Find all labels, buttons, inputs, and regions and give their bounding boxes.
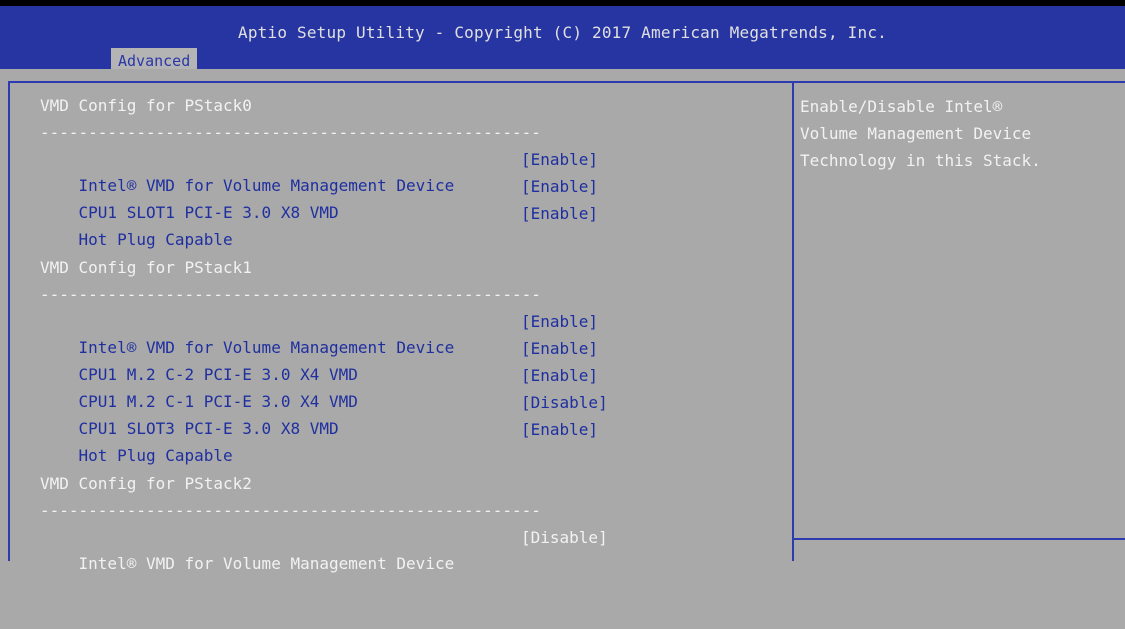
- setting-value[interactable]: [Enable]: [521, 417, 598, 443]
- setting-row-slot3-vmd[interactable]: CPU1 SLOT3 PCI-E 3.0 X8 VMD [Disable]: [40, 390, 780, 438]
- setting-label: Hot Plug Capable: [78, 230, 233, 249]
- setting-row-m2-c1-vmd[interactable]: CPU1 M.2 C-1 PCI-E 3.0 X4 VMD [Enable]: [40, 363, 780, 411]
- section-header-pstack0: VMD Config for PStack0: [40, 96, 252, 115]
- section-separator: ----------------------------------------…: [40, 285, 541, 304]
- panel-divider: [792, 83, 794, 561]
- setting-row-vmd-pstack1[interactable]: Intel® VMD for Volume Management Device …: [40, 309, 780, 357]
- help-divider: [794, 538, 1125, 540]
- settings-panel: VMD Config for PStack0 -----------------…: [40, 93, 780, 573]
- setting-value[interactable]: [Disable]: [521, 525, 608, 551]
- setting-row-hotplug-pstack0[interactable]: Hot Plug Capable [Enable]: [40, 201, 780, 249]
- setting-value[interactable]: [Enable]: [521, 363, 598, 389]
- setting-value[interactable]: [Enable]: [521, 201, 598, 227]
- setting-row-vmd-pstack0[interactable]: Intel® VMD for Volume Management Device …: [40, 147, 780, 195]
- setting-value[interactable]: [Enable]: [521, 174, 598, 200]
- section-header-pstack1: VMD Config for PStack1: [40, 258, 252, 277]
- title-bar: Aptio Setup Utility - Copyright (C) 2017…: [0, 0, 1125, 75]
- section-separator: ----------------------------------------…: [40, 123, 541, 142]
- section-header-pstack2: VMD Config for PStack2: [40, 474, 252, 493]
- section-separator: ----------------------------------------…: [40, 501, 541, 520]
- window-title: Aptio Setup Utility - Copyright (C) 2017…: [238, 23, 887, 42]
- setting-value[interactable]: [Enable]: [521, 309, 598, 335]
- tab-underline: [0, 69, 1125, 81]
- help-text: Enable/Disable Intel® Volume Management …: [800, 97, 1041, 170]
- setting-row-vmd-pstack2-selected[interactable]: Intel® VMD for Volume Management Device …: [40, 525, 780, 573]
- setting-row-slot1-vmd[interactable]: CPU1 SLOT1 PCI-E 3.0 X8 VMD [Enable]: [40, 174, 780, 222]
- setting-label: Intel® VMD for Volume Management Device: [78, 554, 455, 573]
- setting-label: Hot Plug Capable: [78, 446, 233, 465]
- setting-value[interactable]: [Disable]: [521, 390, 608, 416]
- setting-value[interactable]: [Enable]: [521, 336, 598, 362]
- setting-value[interactable]: [Enable]: [521, 147, 598, 173]
- setting-row-m2-c2-vmd[interactable]: CPU1 M.2 C-2 PCI-E 3.0 X4 VMD [Enable]: [40, 336, 780, 384]
- setting-row-hotplug-pstack1[interactable]: Hot Plug Capable [Enable]: [40, 417, 780, 465]
